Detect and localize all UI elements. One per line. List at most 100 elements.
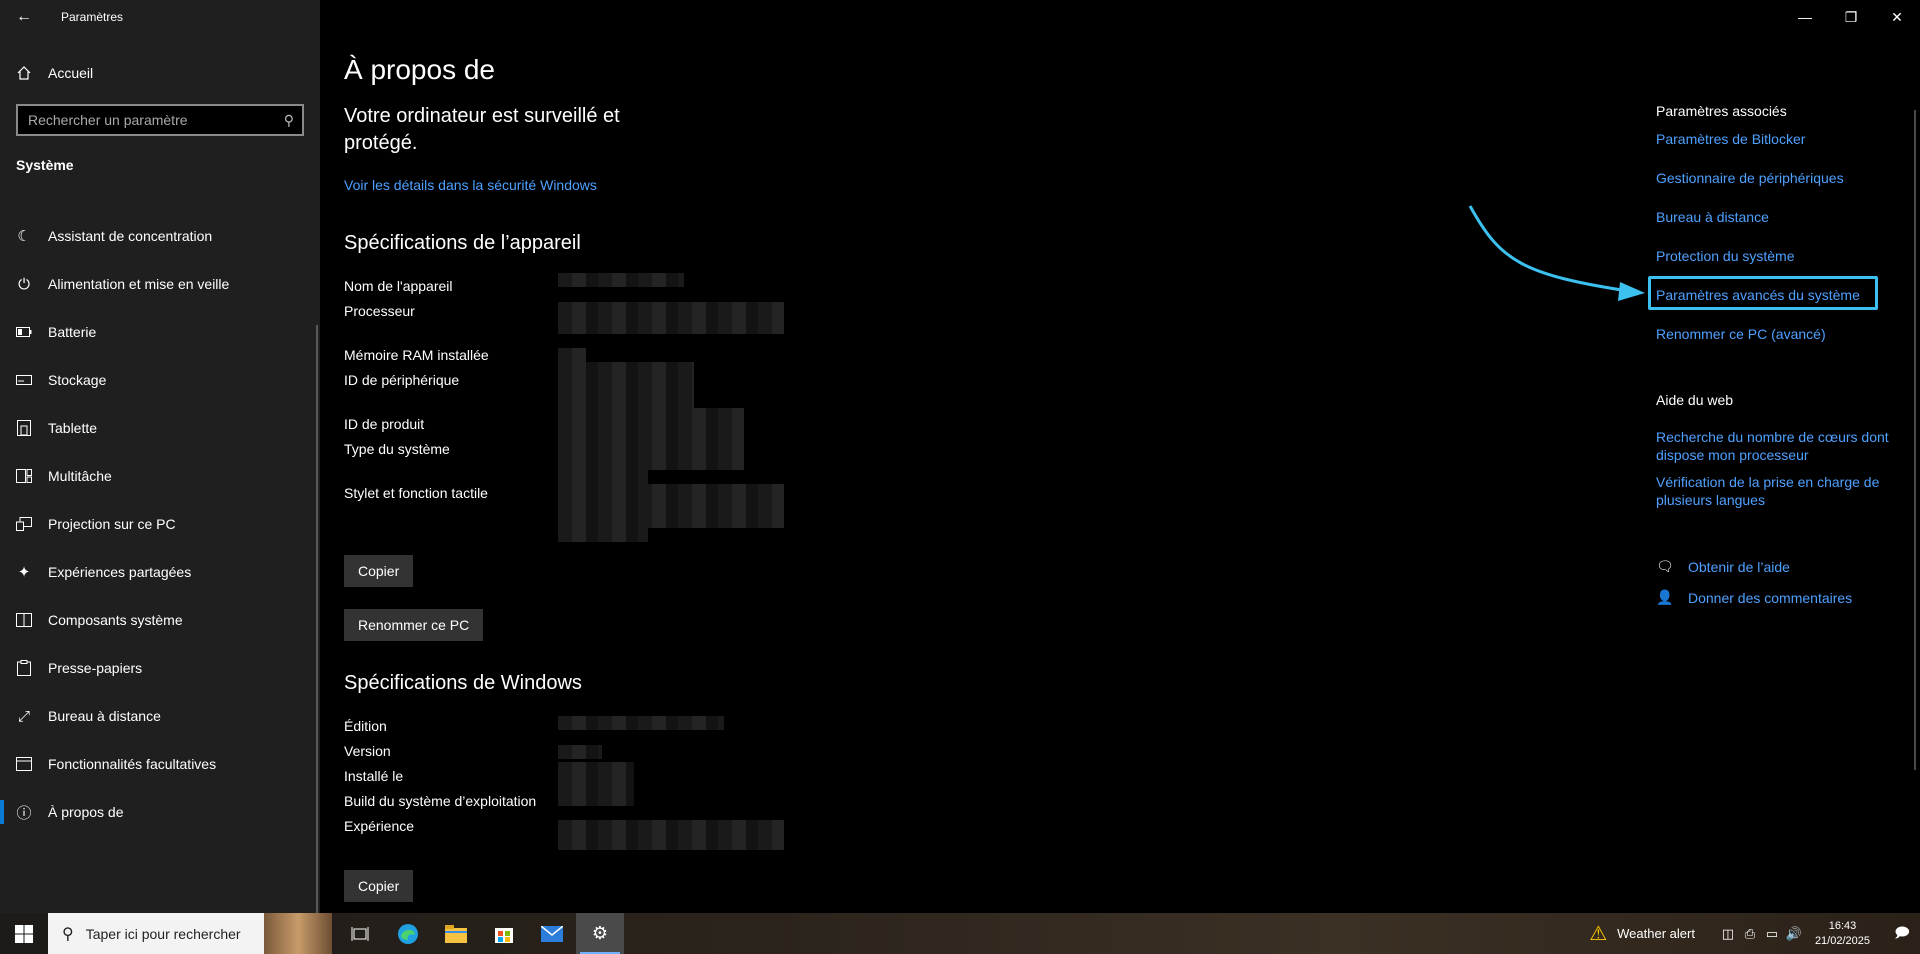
sidebar-item-about[interactable]: ⓘ À propos de	[0, 788, 320, 836]
sidebar-item-label: Projection sur ce PC	[48, 516, 176, 532]
edge-icon[interactable]	[384, 913, 432, 954]
sidebar-item-label: Batterie	[48, 324, 97, 340]
close-button[interactable]: ✕	[1874, 0, 1920, 34]
clock[interactable]: 16:43 21/02/2025	[1815, 919, 1870, 949]
windows-specs-title: Spécifications de Windows	[344, 672, 582, 694]
sidebar-item-label: Bureau à distance	[48, 708, 161, 724]
settings-search-input[interactable]	[28, 112, 284, 128]
get-help-link[interactable]: Obtenir de l’aide	[1688, 559, 1790, 575]
taskbar-apps: ⚙	[336, 913, 624, 954]
link-device-manager[interactable]: Gestionnaire de périphériques	[1656, 169, 1896, 187]
link-advanced-system-settings[interactable]: Paramètres avancés du système	[1656, 286, 1896, 304]
redacted-value	[558, 716, 724, 730]
window-controls: — ❐ ✕	[1782, 0, 1920, 34]
taskbar: ⚲ Taper ici pour rechercher ⚙ ⚠ Weather …	[0, 913, 1920, 954]
search-icon[interactable]: ⚲	[284, 112, 294, 129]
notifications-icon[interactable]: 🗩	[1884, 922, 1920, 946]
get-help-row[interactable]: 🗨 Obtenir de l’aide	[1656, 558, 1790, 575]
windows-security-link[interactable]: Voir les détails dans la sécurité Window…	[344, 177, 597, 193]
spec-label-edition: Édition	[344, 718, 387, 734]
sidebar-item-label: Fonctionnalités facultatives	[48, 756, 217, 772]
feedback-row[interactable]: 👤 Donner des commentaires	[1656, 589, 1852, 606]
sidebar-item-label: Presse-papiers	[48, 660, 143, 676]
shared-icon: ✦	[17, 564, 31, 581]
section-label-system: Système	[16, 157, 74, 173]
moon-icon: ☾	[17, 228, 31, 245]
store-icon[interactable]	[480, 913, 528, 954]
sidebar-item-focus-assist[interactable]: ☾ Assistant de concentration	[0, 212, 320, 260]
spec-label-installed-on: Installé le	[344, 768, 404, 784]
link-rename-pc-advanced[interactable]: Renommer ce PC (avancé)	[1656, 325, 1896, 343]
link-system-protection[interactable]: Protection du système	[1656, 247, 1896, 265]
start-button[interactable]	[0, 913, 48, 954]
sidebar-item-power[interactable]: ⏻ Alimentation et mise en veille	[0, 260, 320, 308]
spec-label-os-build: Build du système d’exploitation	[344, 793, 537, 809]
copy-windows-specs-button[interactable]: Copier	[344, 870, 414, 902]
spec-label-pen-touch: Stylet et fonction tactile	[344, 485, 488, 501]
sidebar-item-label: Tablette	[48, 420, 98, 436]
settings-gear-icon[interactable]: ⚙	[576, 913, 624, 954]
battery-tray-icon[interactable]: ▭	[1761, 926, 1783, 942]
link-language-support[interactable]: Vérification de la prise en charge de pl…	[1656, 473, 1896, 509]
spec-label-system-type: Type du système	[344, 441, 450, 457]
search-highlight-image[interactable]	[264, 913, 332, 954]
sidebar-item-system-components[interactable]: Composants système	[0, 596, 320, 644]
taskbar-search[interactable]: ⚲ Taper ici pour rechercher	[48, 913, 332, 954]
weather-widget[interactable]: ⚠ Weather alert	[1589, 921, 1695, 946]
link-bitlocker[interactable]: Paramètres de Bitlocker	[1656, 130, 1896, 148]
sidebar-item-tablet[interactable]: Tablette	[0, 404, 320, 452]
link-remote-desktop[interactable]: Bureau à distance	[1656, 208, 1896, 226]
battery-icon	[14, 327, 34, 337]
page-title: À propos de	[344, 54, 495, 85]
redacted-value	[558, 762, 634, 806]
sidebar-item-storage[interactable]: Stockage	[0, 356, 320, 404]
link-processor-cores[interactable]: Recherche du nombre de cœurs dont dispos…	[1656, 428, 1896, 464]
tablet-icon	[14, 420, 34, 436]
sidebar-item-home[interactable]: Accueil	[0, 56, 320, 90]
sidebar-item-clipboard[interactable]: Presse-papiers	[0, 644, 320, 692]
storage-icon	[14, 375, 34, 385]
meet-now-icon[interactable]: ◫	[1717, 926, 1739, 942]
features-icon	[14, 757, 34, 771]
sidebar-item-label: À propos de	[48, 804, 124, 820]
spec-label-product-id: ID de produit	[344, 416, 425, 432]
main-scrollbar[interactable]	[1914, 110, 1916, 770]
sidebar-item-battery[interactable]: Batterie	[0, 308, 320, 356]
settings-search-box[interactable]: ⚲	[16, 104, 304, 136]
related-settings-title: Paramètres associés	[1656, 103, 1787, 119]
network-icon[interactable]: ⎙	[1739, 926, 1761, 942]
sidebar-item-remote-desktop[interactable]: ⤢ Bureau à distance	[0, 692, 320, 740]
redacted-value	[558, 408, 744, 470]
chat-help-icon: 🗨	[1656, 558, 1674, 574]
redacted-value	[558, 745, 602, 759]
redacted-value	[558, 528, 648, 542]
sidebar-item-projection[interactable]: Projection sur ce PC	[0, 500, 320, 548]
clock-time: 16:43	[1828, 919, 1857, 932]
components-icon	[14, 613, 34, 627]
task-view-icon[interactable]	[336, 913, 384, 954]
sidebar-scrollbar[interactable]	[316, 325, 318, 913]
sidebar-item-label: Assistant de concentration	[48, 228, 213, 244]
volume-icon[interactable]: 🔊	[1783, 926, 1805, 942]
file-explorer-icon[interactable]	[432, 913, 480, 954]
minimize-button[interactable]: —	[1782, 0, 1828, 34]
power-icon: ⏻	[18, 275, 30, 293]
sidebar-item-optional-features[interactable]: Fonctionnalités facultatives	[0, 740, 320, 788]
maximize-button[interactable]: ❐	[1828, 0, 1874, 34]
sidebar-item-multitask[interactable]: Multitâche	[0, 452, 320, 500]
feedback-icon: 👤	[1656, 589, 1674, 605]
clipboard-icon	[14, 660, 34, 676]
copy-device-specs-button[interactable]: Copier	[344, 555, 414, 587]
home-icon	[16, 65, 32, 81]
web-help-title: Aide du web	[1656, 392, 1734, 408]
spec-label-device-id: ID de périphérique	[344, 372, 460, 388]
system-tray: ⚠ Weather alert ◫ ⎙ ▭ 🔊 16:43 21/02/2025…	[1589, 913, 1920, 954]
device-specs-title: Spécifications de l’appareil	[344, 232, 581, 254]
mail-icon[interactable]	[528, 913, 576, 954]
sidebar-item-shared-experiences[interactable]: ✦ Expériences partagées	[0, 548, 320, 596]
rename-pc-button[interactable]: Renommer ce PC	[344, 609, 484, 641]
back-arrow-icon[interactable]: ←	[0, 0, 48, 34]
weather-text: Weather alert	[1617, 926, 1695, 941]
redacted-value	[558, 302, 784, 334]
feedback-link[interactable]: Donner des commentaires	[1688, 590, 1852, 606]
